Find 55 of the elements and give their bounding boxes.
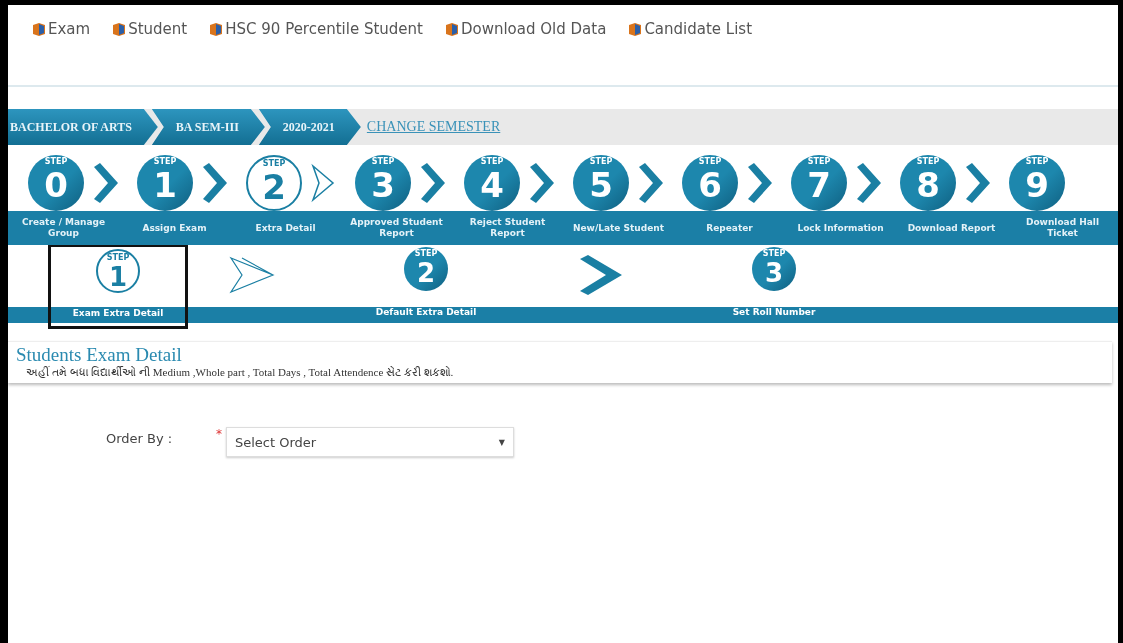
sub-step-badge[interactable]: STEP 1: [96, 249, 140, 293]
order-by-label: Order By :: [106, 431, 174, 446]
step-label[interactable]: Create / Manage Group: [8, 217, 119, 239]
menu-item[interactable]: Candidate List: [628, 19, 753, 39]
step-label[interactable]: Download Report: [896, 222, 1007, 234]
step-label[interactable]: Extra Detail: [230, 222, 341, 234]
step-label[interactable]: Download Hall Ticket: [1007, 217, 1118, 239]
step-badge[interactable]: STEP 6: [682, 155, 738, 211]
step-badge[interactable]: STEP 0: [28, 155, 84, 211]
book-icon: [444, 22, 459, 36]
book-icon: [628, 22, 643, 36]
chevron-icon: [964, 163, 990, 203]
chevron-icon: [228, 255, 276, 295]
step-label[interactable]: Approved Student Report: [341, 217, 452, 239]
chevron-icon: [746, 163, 772, 203]
book-icon: [32, 22, 46, 36]
chevron-icon: [92, 163, 118, 203]
book-icon: [209, 22, 224, 36]
step-badge[interactable]: STEP 3: [355, 155, 411, 211]
menu-item[interactable]: Exam: [32, 19, 91, 39]
sub-step-badge[interactable]: STEP 3: [752, 247, 796, 291]
step-label[interactable]: Repeater: [674, 222, 785, 234]
step-label[interactable]: New/Late Student: [563, 222, 674, 234]
step-badge[interactable]: STEP 7: [791, 155, 847, 211]
step-badge[interactable]: STEP 4: [464, 155, 520, 211]
chevron-icon: [855, 163, 881, 203]
step-badge[interactable]: STEP 1: [137, 155, 193, 211]
step-label[interactable]: Lock Information: [785, 222, 896, 234]
step-label[interactable]: Reject Student Report: [452, 217, 563, 239]
menu-item[interactable]: Student: [112, 19, 188, 39]
chevron-icon: [419, 163, 445, 203]
change-semester-link[interactable]: CHANGE SEMESTER: [366, 119, 501, 135]
book-icon: [112, 22, 127, 36]
step-label[interactable]: Assign Exam: [119, 222, 230, 234]
breadcrumb-item[interactable]: BACHELOR OF ARTS: [8, 109, 158, 145]
menu-item[interactable]: HSC 90 Percentile Student: [209, 19, 423, 39]
step-badge[interactable]: STEP 9: [1009, 155, 1065, 211]
sub-step-badge[interactable]: STEP 2: [404, 247, 448, 291]
order-select[interactable]: Select Order ▼: [226, 427, 514, 457]
step-badge[interactable]: STEP 8: [900, 155, 956, 211]
required-mark: *: [216, 427, 222, 441]
breadcrumb-item[interactable]: BA SEM-III: [151, 109, 265, 145]
chevron-icon: [310, 163, 336, 203]
step-badge[interactable]: STEP 2: [246, 155, 302, 211]
section-title: Students Exam Detail: [16, 344, 183, 366]
sub-step-label[interactable]: Default Extra Detail: [375, 305, 477, 319]
menu-item[interactable]: Download Old Data: [444, 19, 607, 39]
chevron-icon: [528, 163, 554, 203]
sub-step-label[interactable]: Set Roll Number: [732, 305, 816, 319]
step-badge[interactable]: STEP 5: [573, 155, 629, 211]
breadcrumb-item[interactable]: 2020-2021: [258, 109, 361, 145]
chevron-icon: [637, 163, 663, 203]
sub-step-label[interactable]: Exam Extra Detail: [72, 306, 164, 320]
section-description: અહીં તમે બધા વિદ્યાર્થીઓ ની Medium ,Whole part , Total Days , Total Attendence સેટ કરી શકશો.: [25, 366, 455, 379]
chevron-icon: [201, 163, 227, 203]
